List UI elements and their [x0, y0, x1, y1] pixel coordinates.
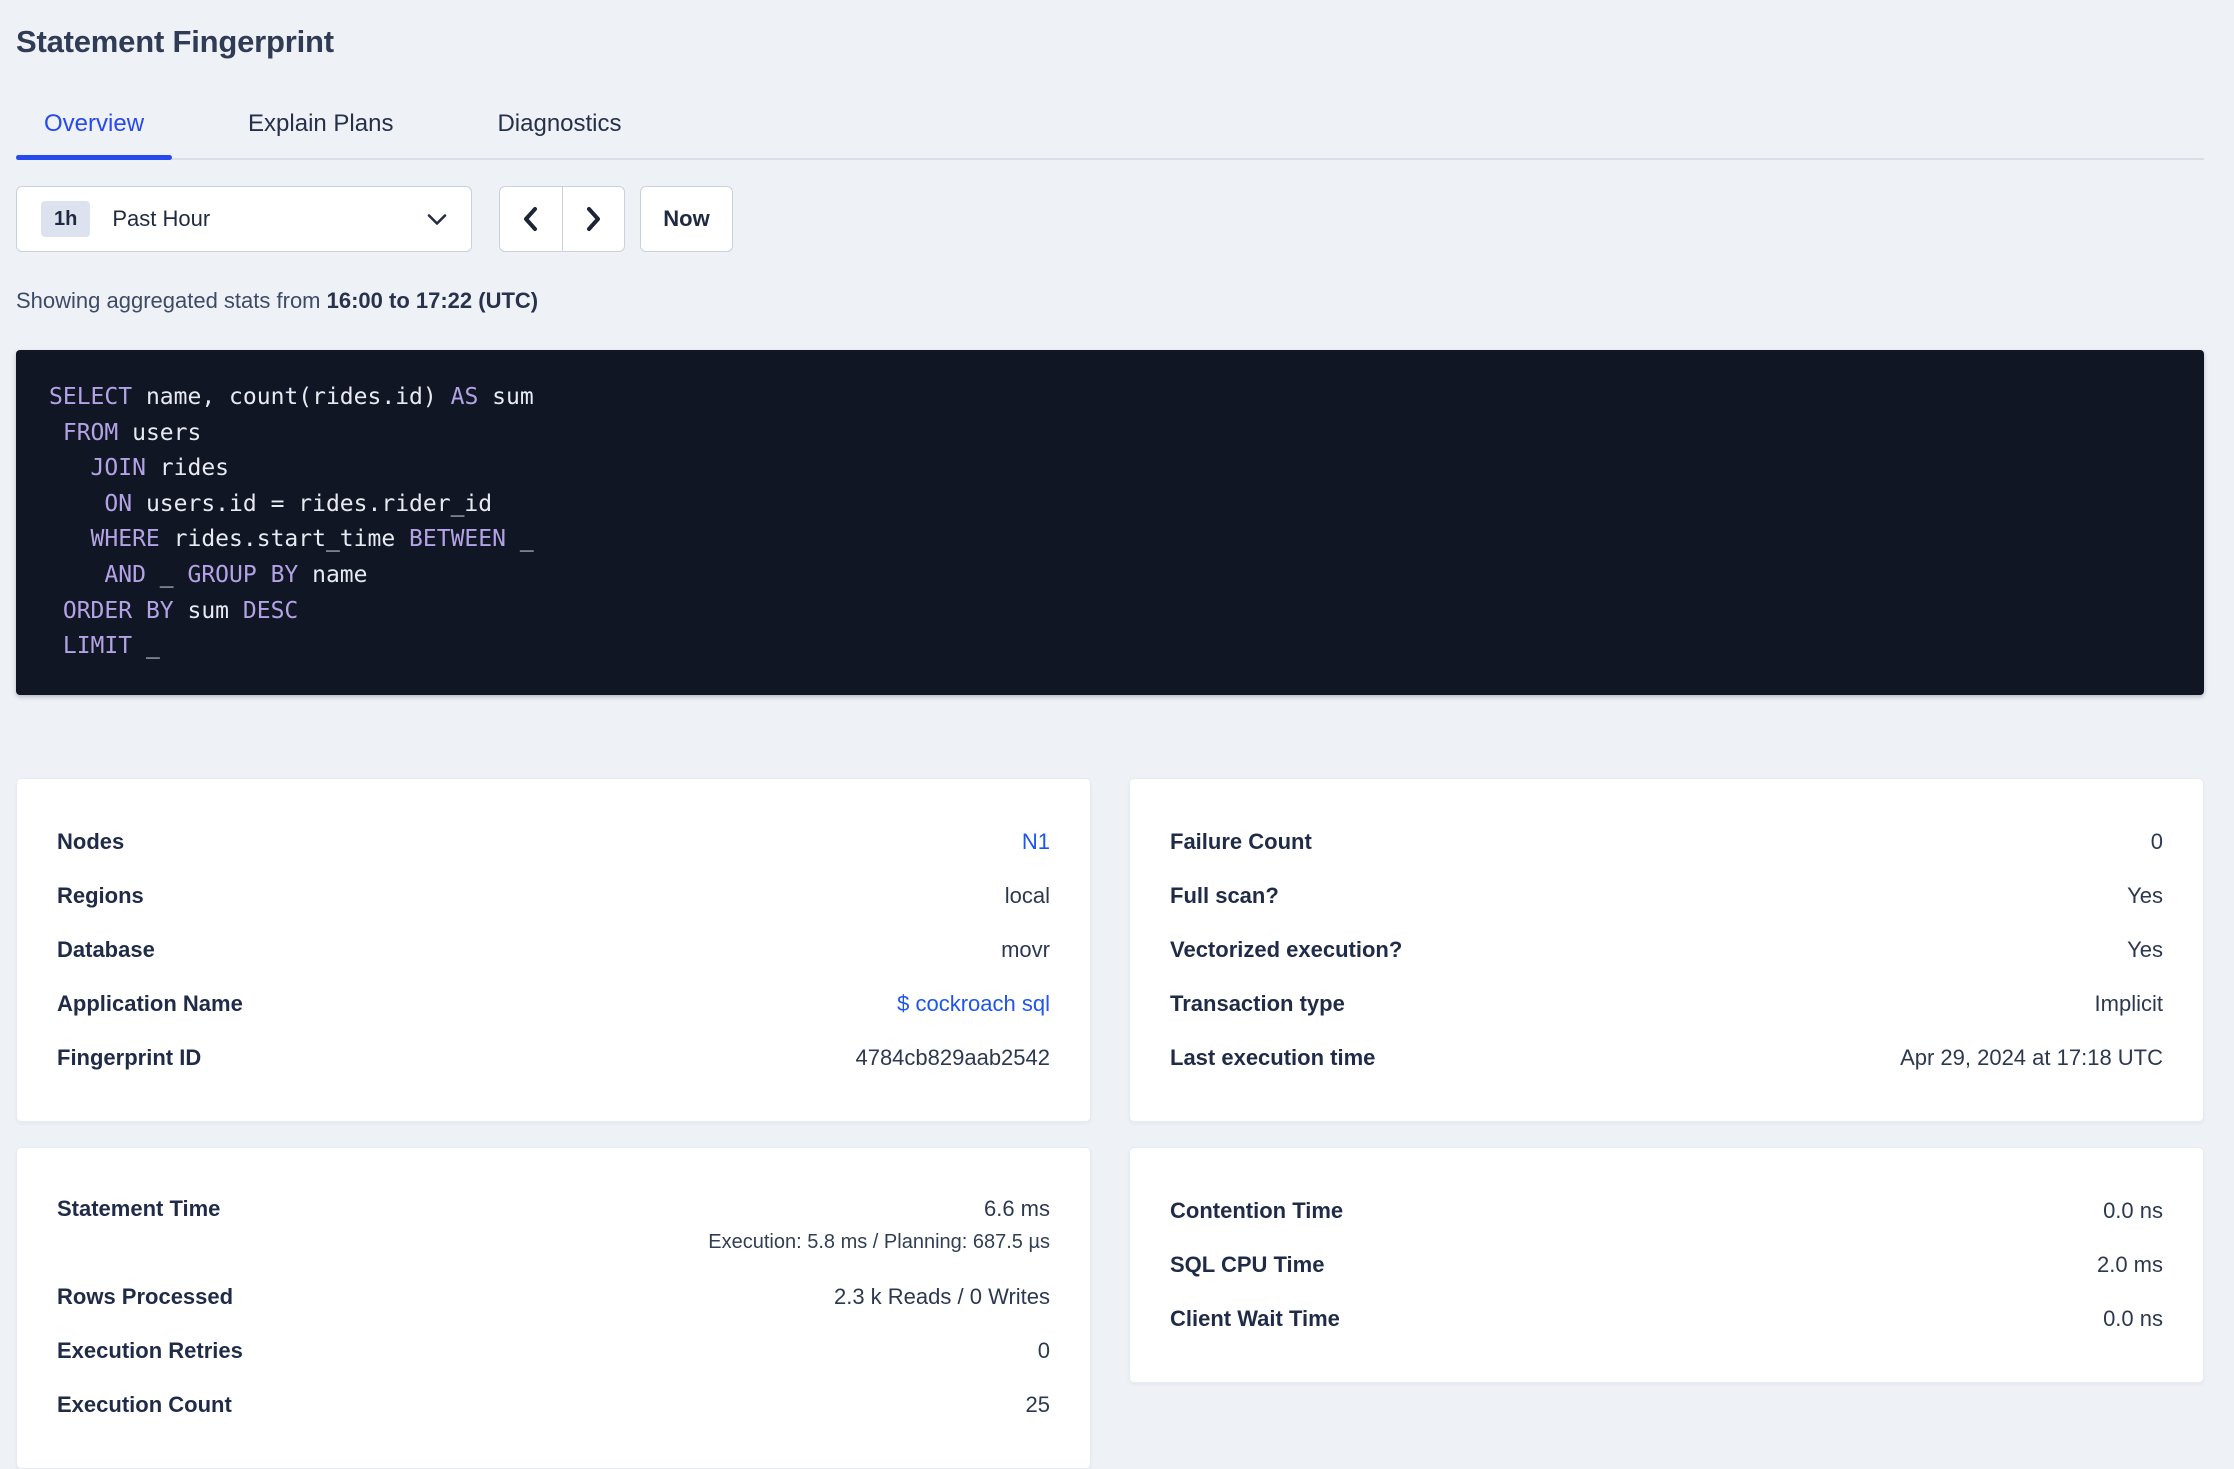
- table-row: Full scan? Yes: [1170, 869, 2163, 923]
- row-label: Statement Time: [57, 1196, 221, 1221]
- table-row: SQL CPU Time 2.0 ms: [1170, 1238, 2163, 1292]
- row-value: movr: [1001, 937, 1050, 962]
- row-label: Execution Retries: [57, 1338, 243, 1363]
- chevron-right-icon: [586, 207, 600, 231]
- statement-times-card: Statement Time 6.6 ms Execution: 5.8 ms …: [16, 1147, 1091, 1469]
- aggregated-stats-line: Showing aggregated stats from 16:00 to 1…: [16, 288, 2204, 314]
- tab-diagnostics[interactable]: Diagnostics: [469, 96, 649, 158]
- row-label: Rows Processed: [57, 1284, 234, 1309]
- application-name-link[interactable]: $ cockroach sql: [897, 991, 1050, 1017]
- table-row: Rows Processed 2.3 k Reads / 0 Writes: [57, 1270, 1050, 1324]
- row-value: 2.3 k Reads / 0 Writes: [833, 1284, 1050, 1309]
- row-value: local: [1004, 883, 1050, 908]
- page-title: Statement Fingerprint: [16, 24, 334, 59]
- statement-fingerprint-page: Statement Fingerprint Overview Explain P…: [0, 0, 2234, 1469]
- table-row: Regions local: [57, 869, 1050, 923]
- table-row: Execution Count 25: [57, 1378, 1050, 1432]
- row-value: 0: [2150, 829, 2163, 854]
- nodes-link[interactable]: N1: [1022, 829, 1050, 855]
- row-value: Yes: [2127, 883, 2163, 908]
- table-row: Last execution time Apr 29, 2024 at 17:1…: [1170, 1031, 2163, 1085]
- tab-explain-plans[interactable]: Explain Plans: [220, 96, 421, 158]
- row-value: Implicit: [2094, 991, 2163, 1016]
- sql-statement-box: SELECT name, count(rides.id) AS sum FROM…: [16, 350, 2204, 695]
- row-label: Vectorized execution?: [1170, 937, 1403, 962]
- row-label: Nodes: [57, 829, 125, 854]
- time-picker-toolbar: 1h Past Hour Now: [16, 186, 2204, 252]
- row-subvalue: Execution: 5.8 ms / Planning: 687.5 µs: [708, 1231, 1050, 1253]
- stats-line-prefix: Showing aggregated stats from: [16, 288, 327, 313]
- now-button[interactable]: Now: [640, 186, 733, 252]
- row-label: Client Wait Time: [1170, 1306, 1340, 1331]
- table-row: Database movr: [57, 923, 1050, 977]
- row-label: Full scan?: [1170, 883, 1279, 908]
- row-value: 25: [1025, 1392, 1050, 1417]
- row-label: Database: [57, 937, 155, 962]
- next-range-button[interactable]: [563, 187, 625, 251]
- row-label: Failure Count: [1170, 829, 1312, 854]
- statement-time-values: 6.6 ms Execution: 5.8 ms / Planning: 687…: [708, 1196, 1050, 1254]
- time-range-badge: 1h: [41, 201, 91, 237]
- time-range-stepper: [499, 186, 625, 252]
- tab-overview[interactable]: Overview: [16, 96, 173, 160]
- table-row: Execution Retries 0: [57, 1324, 1050, 1378]
- summary-cards: Nodes N1 Regions local Database movr App…: [16, 778, 2204, 1469]
- row-value: 0.0 ns: [2103, 1198, 2163, 1223]
- row-label: Contention Time: [1170, 1198, 1344, 1223]
- row-label: Transaction type: [1170, 991, 1345, 1016]
- stats-line-range: 16:00 to 17:22 (UTC): [326, 288, 539, 313]
- table-row: Transaction type Implicit: [1170, 977, 2163, 1031]
- row-label: Application Name: [57, 991, 243, 1016]
- overview-details-card: Nodes N1 Regions local Database movr App…: [16, 778, 1091, 1122]
- row-label: Regions: [57, 883, 144, 908]
- row-value: 0.0 ns: [2103, 1306, 2163, 1331]
- row-label: SQL CPU Time: [1170, 1252, 1325, 1277]
- table-row: Nodes N1: [57, 815, 1050, 869]
- row-value: Yes: [2127, 937, 2163, 962]
- tab-bar: Overview Explain Plans Diagnostics: [16, 96, 2204, 160]
- time-range-dropdown[interactable]: 1h Past Hour: [16, 186, 472, 252]
- chevron-down-icon: [427, 213, 447, 225]
- table-row: Contention Time 0.0 ns: [1170, 1184, 2163, 1238]
- time-range-label: Past Hour: [112, 206, 211, 231]
- row-label: Execution Count: [57, 1392, 232, 1417]
- table-row: Vectorized execution? Yes: [1170, 923, 2163, 977]
- table-row: Fingerprint ID 4784cb829aab2542: [57, 1031, 1050, 1085]
- fingerprint-id-value: 4784cb829aab2542: [855, 1045, 1050, 1070]
- table-row: Failure Count 0: [1170, 815, 2163, 869]
- row-value: 6.6 ms: [983, 1196, 1050, 1221]
- row-value: 0: [1037, 1338, 1050, 1363]
- table-row: Application Name $ cockroach sql: [57, 977, 1050, 1031]
- row-value: 2.0 ms: [2096, 1252, 2163, 1277]
- last-execution-time-value: Apr 29, 2024 at 17:18 UTC: [1900, 1045, 2163, 1070]
- execution-attributes-card: Failure Count 0 Full scan? Yes Vectorize…: [1129, 778, 2204, 1122]
- wait-times-card: Contention Time 0.0 ns SQL CPU Time 2.0 …: [1129, 1147, 2204, 1383]
- previous-range-button[interactable]: [500, 187, 563, 251]
- table-row: Client Wait Time 0.0 ns: [1170, 1292, 2163, 1346]
- table-row: Statement Time 6.6 ms Execution: 5.8 ms …: [57, 1184, 1050, 1270]
- row-label: Fingerprint ID: [57, 1045, 202, 1070]
- chevron-left-icon: [524, 207, 538, 231]
- row-label: Last execution time: [1170, 1045, 1376, 1070]
